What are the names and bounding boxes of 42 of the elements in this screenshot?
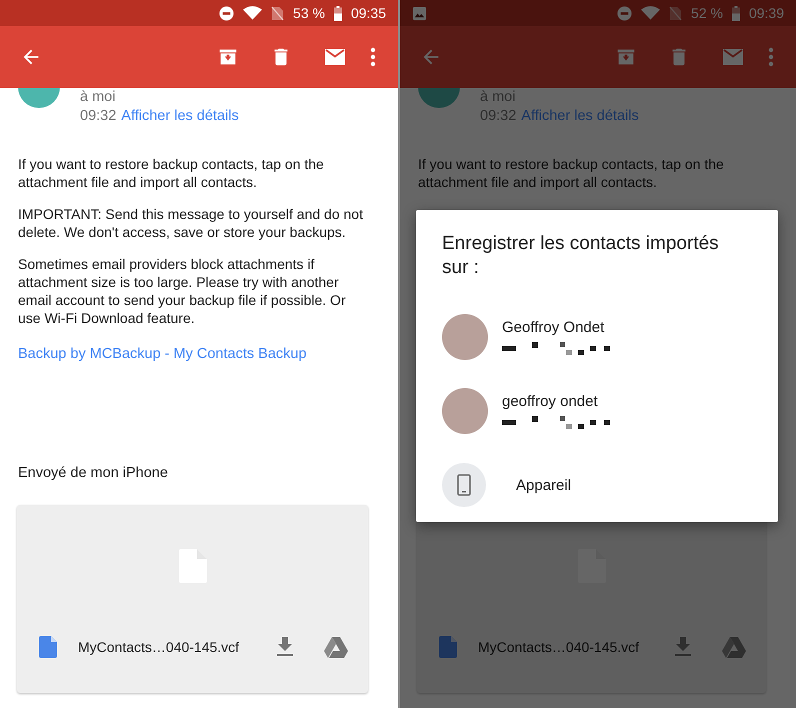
received-time: 09:32 xyxy=(80,108,116,124)
more-options-icon[interactable] xyxy=(768,47,774,67)
signature-link[interactable]: Backup by MCBackup - My Contacts Backup xyxy=(18,345,368,363)
account-option[interactable]: Geoffroy Ondet xyxy=(442,300,722,374)
do-not-disturb-icon xyxy=(617,6,632,20)
wifi-icon xyxy=(641,6,660,20)
drive-icon[interactable] xyxy=(722,636,746,658)
email-paragraph: Sometimes email providers block attachments if attachment size is too large. Please try with another email account to send your backup file if possible. Or use Wi-Fi Download feature. xyxy=(18,255,347,327)
download-icon[interactable] xyxy=(276,637,294,657)
dialog-title: Enregistrer les contacts importés sur : xyxy=(442,232,720,280)
no-sim-icon xyxy=(271,6,284,20)
image-icon xyxy=(412,6,427,20)
document-icon xyxy=(39,636,57,658)
wifi-icon xyxy=(243,6,262,20)
battery-icon xyxy=(732,6,740,20)
file-icon xyxy=(178,549,206,583)
attachment-filename: MyContacts…040-145.vcf xyxy=(78,639,240,655)
download-icon[interactable] xyxy=(674,637,692,657)
email-paragraph: If you want to restore backup contacts, tap on the attachment file and import all contacts. xyxy=(418,155,725,191)
email-paragraph: If you want to restore backup contacts, tap on the attachment file and import all contacts. xyxy=(18,155,325,191)
account-name: geoffroy ondet xyxy=(502,393,599,410)
status-time: 09:39 xyxy=(748,5,784,21)
account-avatar xyxy=(442,314,488,360)
device-name: Appareil xyxy=(516,476,572,494)
show-details-link[interactable]: Afficher les détails xyxy=(121,108,239,124)
recipient-label: à moi xyxy=(80,89,116,105)
email-paragraph: IMPORTANT: Send this message to yourself and do not delete. We don't access, save or store your backups. xyxy=(18,205,364,241)
more-options-icon[interactable] xyxy=(370,47,376,67)
document-icon xyxy=(439,636,457,658)
attachment-card[interactable]: MyContacts…040-145.vcf xyxy=(17,505,368,693)
battery-percent: 53 % xyxy=(293,5,325,21)
account-avatar xyxy=(442,388,488,434)
phone-icon xyxy=(442,463,486,507)
battery-percent: 52 % xyxy=(691,5,723,21)
account-option[interactable]: geoffroy ondet xyxy=(442,374,722,448)
sent-from-text: Envoyé de mon iPhone xyxy=(18,464,168,482)
battery-icon xyxy=(334,6,342,20)
account-name: Geoffroy Ondet xyxy=(502,319,606,336)
status-time: 09:35 xyxy=(350,5,386,21)
do-not-disturb-icon xyxy=(219,6,234,20)
drive-icon[interactable] xyxy=(324,636,348,658)
attachment-filename: MyContacts…040-145.vcf xyxy=(478,639,640,655)
